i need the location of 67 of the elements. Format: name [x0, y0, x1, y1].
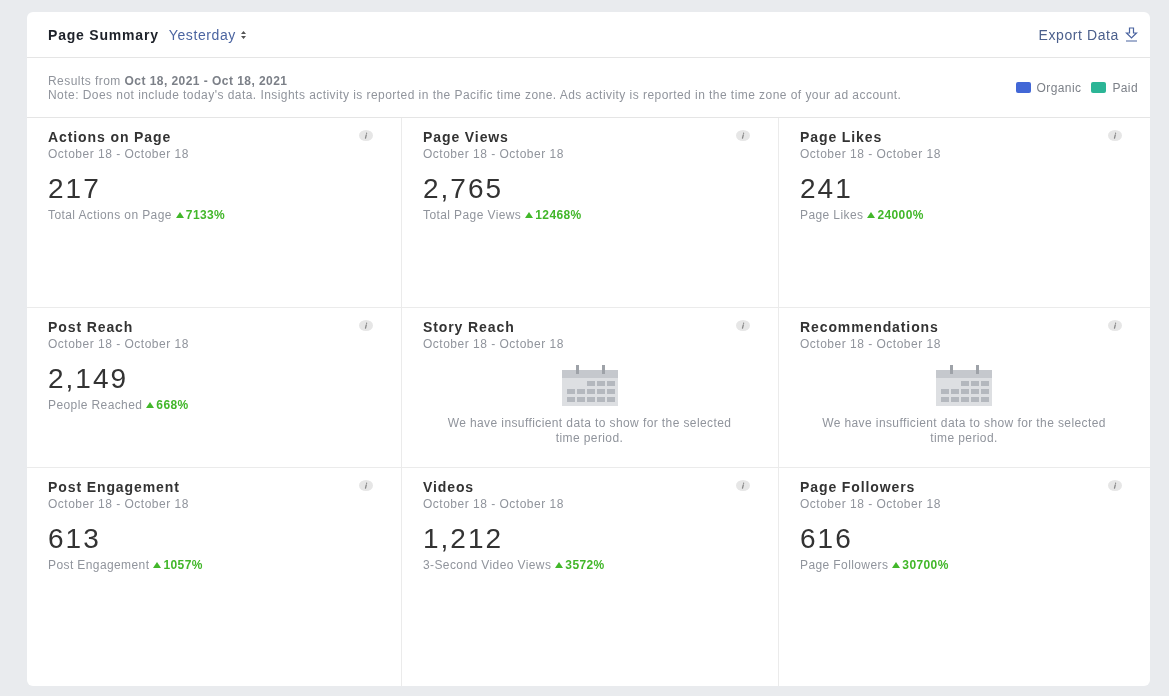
info-icon[interactable]: [359, 480, 373, 491]
change-percent: 1057%: [153, 558, 203, 572]
info-icon[interactable]: [736, 480, 750, 491]
date-range: October 18 - October 18: [423, 147, 564, 161]
up-triangle-icon: [867, 212, 876, 218]
change-percent: 30700%: [892, 558, 949, 572]
date-range: October 18 - October 18: [800, 337, 941, 351]
info-icon[interactable]: [736, 130, 750, 141]
metric-caption: Post Engagement: [48, 558, 150, 572]
change-percent: 7133%: [175, 208, 226, 222]
up-triangle-icon: [525, 212, 534, 218]
metric-value: 2,149: [48, 363, 129, 395]
metric-caption: Total Page Views: [423, 208, 522, 222]
download-icon: [1125, 27, 1138, 42]
info-icon[interactable]: [1108, 130, 1122, 141]
change-percent: 24000%: [867, 208, 924, 222]
metric-caption: People Reached: [48, 398, 143, 412]
info-icon[interactable]: [736, 320, 750, 331]
export-data-button[interactable]: Export Data: [1038, 26, 1138, 43]
date-range: October 18 - October 18: [423, 497, 564, 511]
metric-value: 613: [48, 523, 101, 555]
metric-title: Page Likes: [800, 129, 883, 145]
metric-value: 217: [48, 173, 101, 205]
date-range: October 18 - October 18: [800, 497, 941, 511]
period-dropdown[interactable]: Yesterday: [168, 26, 246, 43]
up-triangle-icon: [153, 562, 162, 568]
results-note: Results from Oct 18, 2021 - Oct 18, 2021 Note: Does not include today's data. Insights activity is reported in the Pacific time zone. Ads activity is reported in the time zone of your ad account.: [48, 73, 903, 102]
metric-caption: Total Actions on Page: [48, 208, 172, 222]
calendar-icon: [936, 365, 992, 406]
legend-item: Organic: [1015, 80, 1082, 95]
date-range: October 18 - October 18: [423, 337, 564, 351]
up-triangle-icon: [555, 562, 564, 568]
date-range: October 18 - October 18: [48, 497, 189, 511]
change-percent: 3572%: [555, 558, 605, 572]
up-triangle-icon: [146, 402, 155, 408]
metric-caption: 3-Second Video Views: [423, 558, 552, 572]
page-summary-title: Page Summary: [48, 26, 159, 43]
info-icon[interactable]: [1108, 320, 1122, 331]
sort-caret-icon: [240, 30, 246, 39]
date-range: October 18 - October 18: [800, 147, 941, 161]
metric-value: 616: [800, 523, 853, 555]
metric-value: 241: [800, 173, 853, 205]
metric-title: Videos: [423, 479, 475, 495]
metric-caption: Page Followers: [800, 558, 889, 572]
metric-title: Page Views: [423, 129, 509, 145]
metric-title: Page Followers: [800, 479, 916, 495]
metric-title: Story Reach: [423, 319, 515, 335]
metric-caption: Page Likes: [800, 208, 864, 222]
info-icon[interactable]: [359, 320, 373, 331]
metric-title: Actions on Page: [48, 129, 172, 145]
legend-item: Paid: [1091, 80, 1138, 95]
insufficient-data-message: We have insufficient data to show for the selected time period.: [821, 416, 1107, 446]
date-range: October 18 - October 18: [48, 337, 189, 351]
date-range: October 18 - October 18: [48, 147, 189, 161]
insufficient-data-message: We have insufficient data to show for the selected time period.: [446, 416, 733, 446]
calendar-icon: [561, 365, 618, 406]
up-triangle-icon: [175, 212, 184, 218]
metric-value: 1,212: [423, 523, 504, 555]
info-icon[interactable]: [359, 130, 373, 141]
metric-title: Post Engagement: [48, 479, 180, 495]
up-triangle-icon: [892, 562, 901, 568]
metric-title: Recommendations: [800, 319, 939, 335]
info-icon[interactable]: [1108, 480, 1122, 491]
metric-value: 2,765: [423, 173, 504, 205]
change-percent: 12468%: [525, 208, 582, 222]
change-percent: 668%: [146, 398, 189, 412]
metric-title: Post Reach: [48, 319, 134, 335]
